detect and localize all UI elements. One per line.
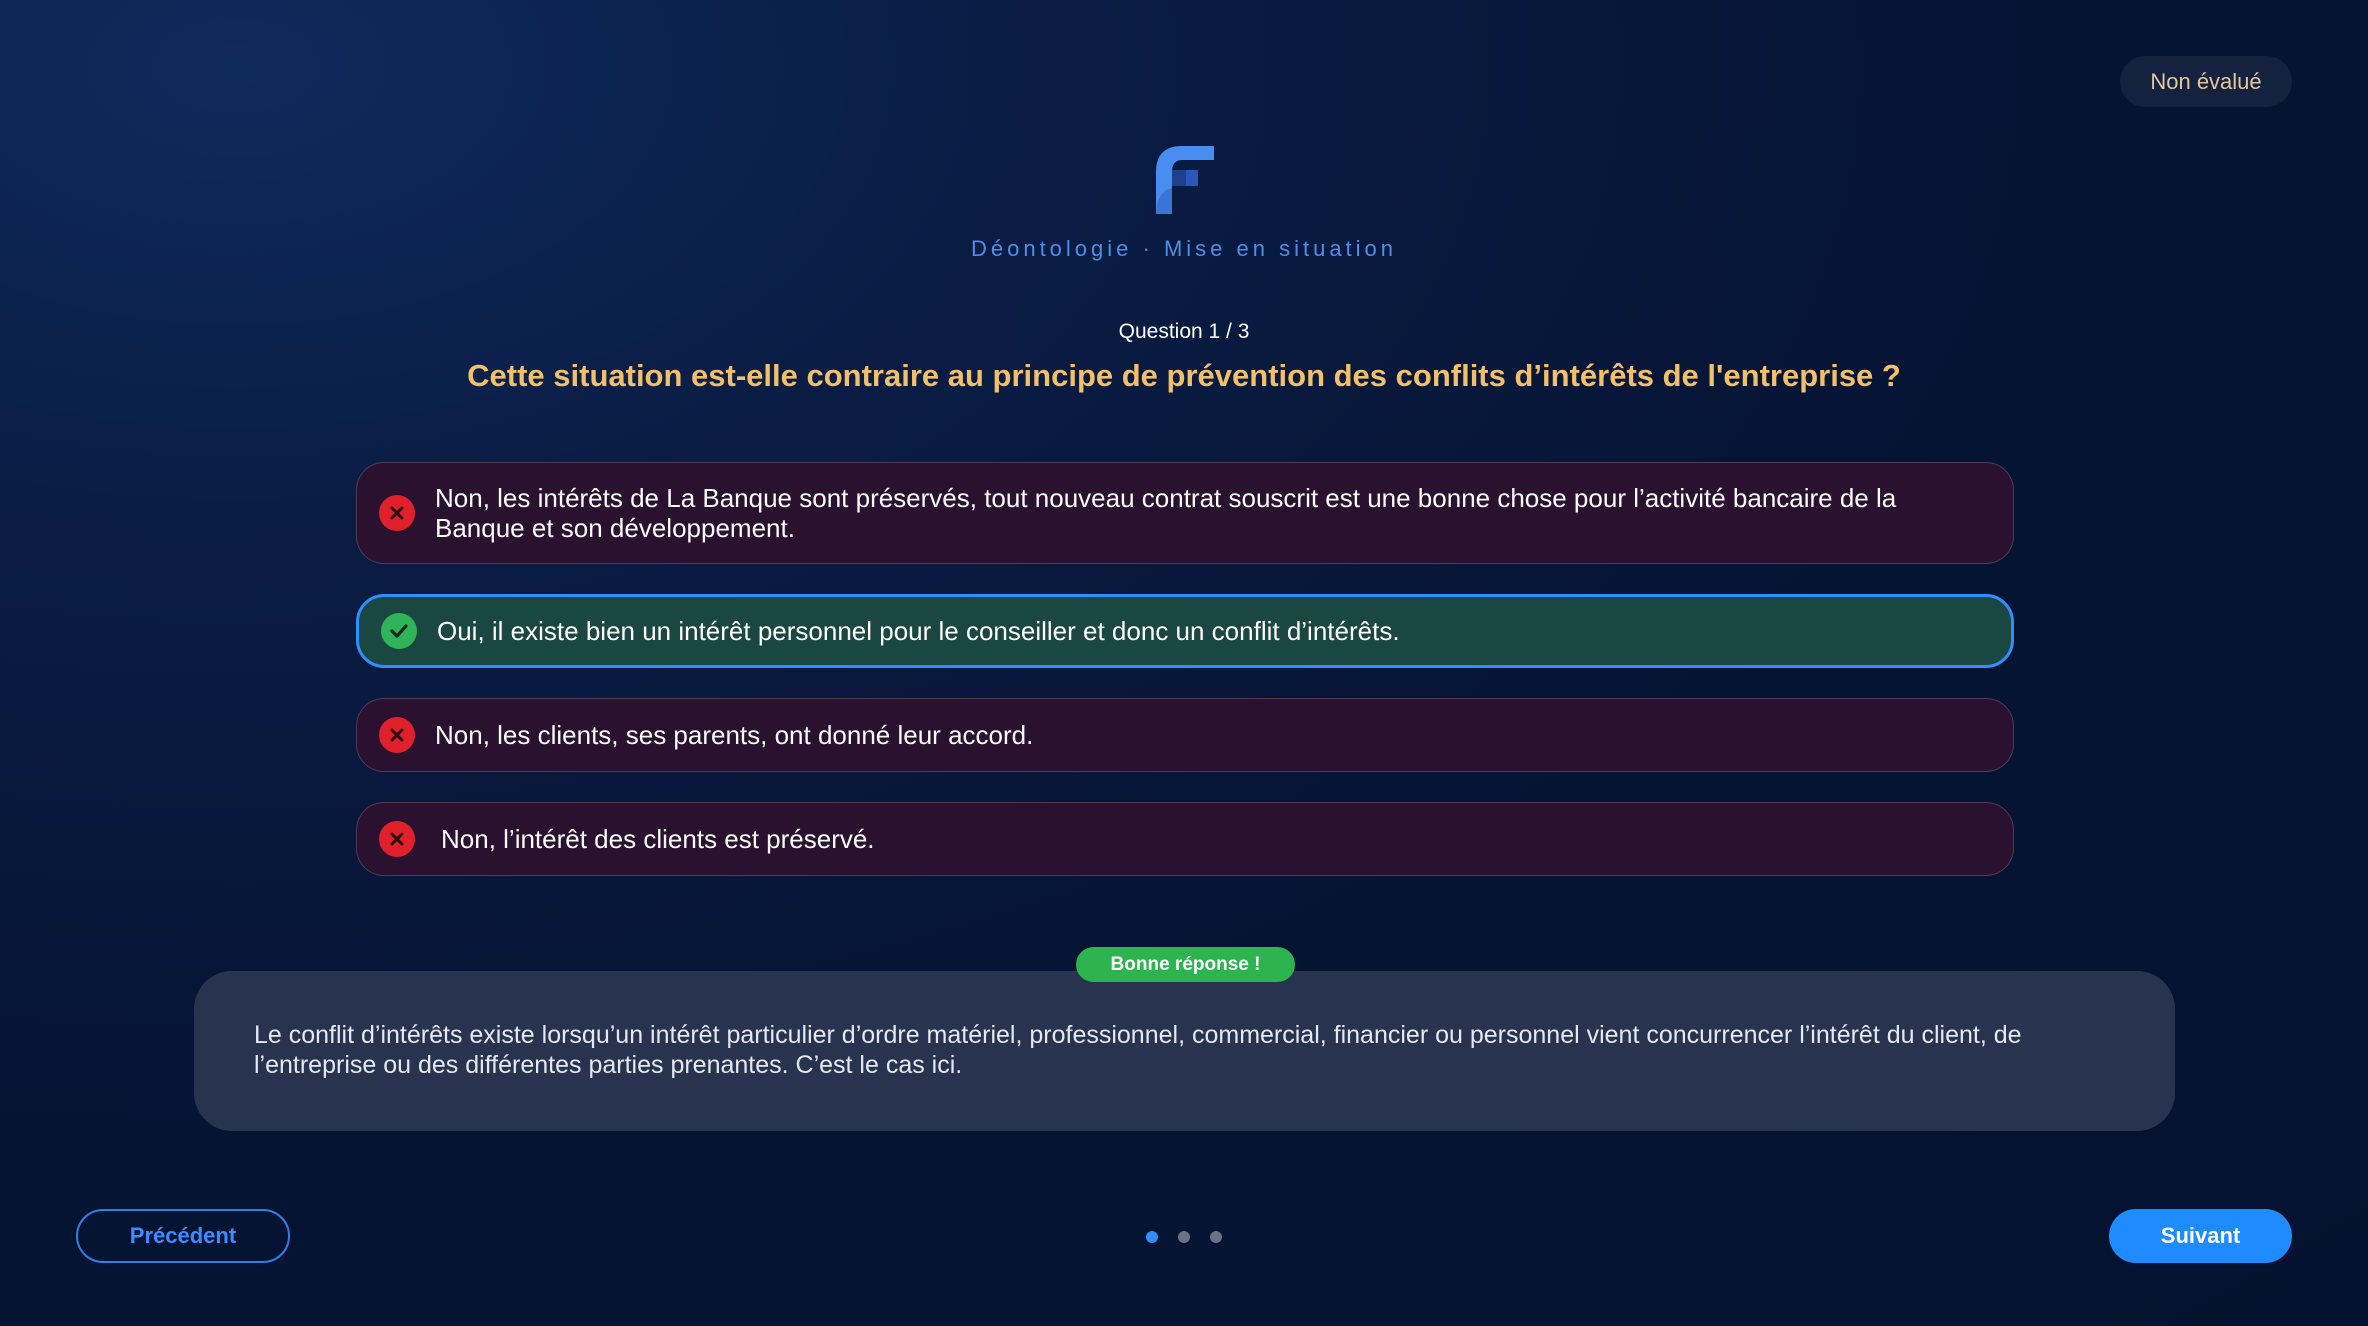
pagination-dot[interactable] xyxy=(1178,1231,1190,1243)
answer-option-4[interactable]: Non, l’intérêt des clients est préservé. xyxy=(356,802,2014,876)
brand-logo-icon xyxy=(1156,146,1214,214)
answer-option-text: Non, les clients, ses parents, ont donné… xyxy=(435,720,1034,750)
pagination-dot[interactable] xyxy=(1146,1231,1158,1243)
answer-option-2[interactable]: Oui, il existe bien un intérêt personnel… xyxy=(356,594,2014,668)
check-icon xyxy=(381,613,417,649)
feedback-text: Le conflit d’intérêts existe lorsqu’un i… xyxy=(254,1021,2022,1079)
brand-logo xyxy=(1152,144,1216,216)
answer-option-text: Non, l’intérêt des clients est préservé. xyxy=(441,824,875,854)
cross-icon xyxy=(379,717,415,753)
pagination-dot[interactable] xyxy=(1210,1231,1222,1243)
result-badge: Bonne réponse ! xyxy=(1076,947,1295,982)
cross-icon xyxy=(379,495,415,531)
question-text: Cette situation est-elle contraire au pr… xyxy=(467,358,1901,393)
feedback-panel: Le conflit d’intérêts existe lorsqu’un i… xyxy=(194,971,2175,1131)
question-counter: Question 1 / 3 xyxy=(1118,320,1250,343)
previous-button[interactable]: Précédent xyxy=(76,1209,290,1263)
answer-option-text: Oui, il existe bien un intérêt personnel… xyxy=(437,616,1400,646)
pagination-dots xyxy=(1146,1231,1222,1243)
next-button[interactable]: Suivant xyxy=(2109,1209,2292,1263)
answer-option-text: Non, les intérêts de La Banque sont prés… xyxy=(435,483,1897,543)
cross-icon xyxy=(379,821,415,857)
evaluation-status-badge: Non évalué xyxy=(2120,56,2292,107)
answer-option-1[interactable]: Non, les intérêts de La Banque sont prés… xyxy=(356,462,2014,564)
module-subtitle: Déontologie · Mise en situation xyxy=(970,236,1398,261)
answer-option-3[interactable]: Non, les clients, ses parents, ont donné… xyxy=(356,698,2014,772)
